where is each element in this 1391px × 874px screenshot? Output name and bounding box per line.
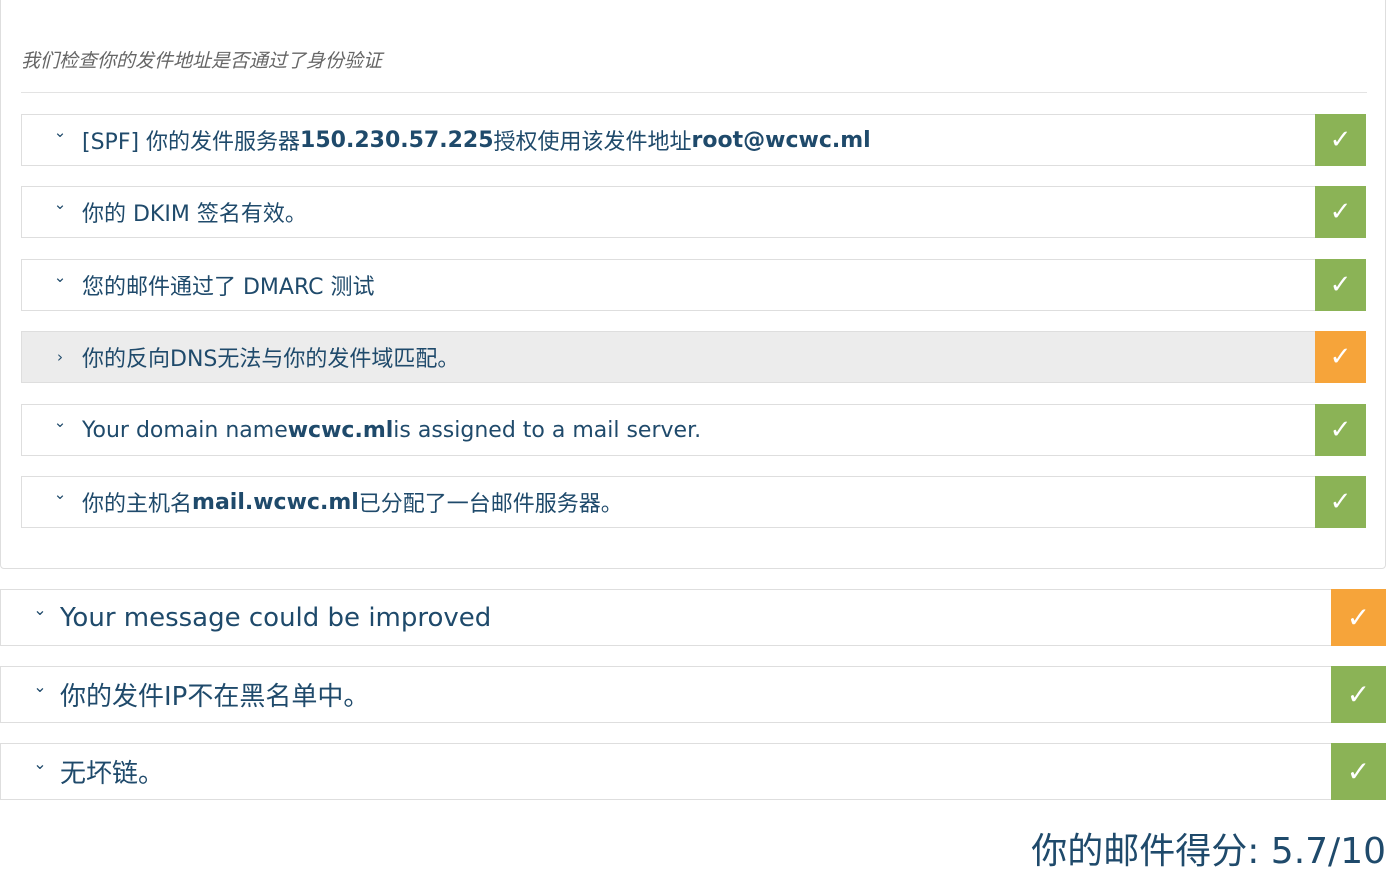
chevron-down-icon[interactable]: ⌄ (52, 107, 68, 157)
check-icon: ✓ (1331, 666, 1386, 723)
section-title: 你的发件IP不在黑名单中。 (60, 682, 370, 712)
chevron-down-icon[interactable]: ⌄ (31, 582, 49, 637)
check-label: 你的反向DNS无法与你的发件域匹配。 (82, 347, 460, 372)
check-text: 你的 DKIM 签名有效。 (82, 187, 307, 237)
check-row-dkim[interactable]: ⌄ 你的 DKIM 签名有效。 ✓ (21, 186, 1366, 238)
chevron-down-icon[interactable]: ⌄ (52, 179, 68, 229)
check-icon: ✓ (1315, 259, 1366, 311)
check-text: 您的邮件通过了 DMARC 测试 (82, 260, 375, 310)
section-ip-blacklist[interactable]: ⌄ 你的发件IP不在黑名单中。 ✓ (0, 666, 1386, 723)
check-value: mail.wcwc.ml (192, 489, 359, 515)
check-label: 您的邮件通过了 DMARC 测试 (82, 275, 375, 300)
check-row-dmarc[interactable]: ⌄ 您的邮件通过了 DMARC 测试 ✓ (21, 259, 1366, 311)
check-label: is assigned to a mail server. (393, 417, 702, 443)
authentication-panel: 我们检查你的发件地址是否通过了身份验证 ⌄ [SPF] 你的发件服务器 150.2… (0, 0, 1386, 569)
check-label: 授权使用该发件地址 (493, 130, 692, 155)
check-icon: ✓ (1315, 186, 1366, 238)
mail-score: 你的邮件得分: 5.7/10 (1031, 831, 1386, 872)
chevron-down-icon[interactable]: ⌄ (52, 252, 68, 302)
chevron-down-icon[interactable]: ⌄ (31, 736, 49, 791)
check-label: 已分配了一台邮件服务器。 (358, 492, 623, 517)
check-label: Your domain name (82, 417, 288, 443)
check-icon: ✓ (1315, 404, 1366, 456)
check-text: 你的反向DNS无法与你的发件域匹配。 (82, 332, 459, 382)
check-icon: ✓ (1315, 331, 1366, 383)
check-value: wcwc.ml (287, 417, 394, 443)
check-text: [SPF] 你的发件服务器 150.230.57.225 授权使用该发件地址 r… (82, 115, 871, 165)
check-label: [SPF] 你的发件服务器 (82, 130, 301, 155)
check-row-hostname-mx[interactable]: ⌄ 你的主机名 mail.wcwc.ml 已分配了一台邮件服务器。 ✓ (21, 476, 1366, 528)
section-title: Your message could be improved (60, 602, 492, 633)
divider (21, 92, 1367, 93)
check-value: 150.230.57.225 (300, 127, 494, 153)
section-message-improved[interactable]: ⌄ Your message could be improved ✓ (0, 589, 1386, 646)
section-broken-links[interactable]: ⌄ 无坏链。 ✓ (0, 743, 1386, 800)
chevron-down-icon[interactable]: ⌄ (52, 469, 68, 519)
check-text: 你的主机名 mail.wcwc.ml 已分配了一台邮件服务器。 (82, 477, 623, 527)
check-label: 你的 DKIM 签名有效。 (82, 202, 307, 227)
check-icon: ✓ (1331, 589, 1386, 646)
check-icon: ✓ (1315, 476, 1366, 528)
check-text: Your domain name wcwc.ml is assigned to … (82, 405, 701, 455)
check-icon: ✓ (1331, 743, 1386, 800)
check-value: root@wcwc.ml (691, 127, 871, 153)
section-title: 无坏链。 (60, 759, 165, 789)
check-icon: ✓ (1315, 114, 1366, 166)
chevron-down-icon[interactable]: ⌄ (52, 397, 68, 447)
check-label: 你的主机名 (82, 492, 193, 517)
check-row-spf[interactable]: ⌄ [SPF] 你的发件服务器 150.230.57.225 授权使用该发件地址 … (21, 114, 1366, 166)
check-row-reverse-dns[interactable]: › 你的反向DNS无法与你的发件域匹配。 ✓ (21, 331, 1366, 383)
chevron-down-icon[interactable]: ⌄ (31, 659, 49, 714)
authentication-intro: 我们检查你的发件地址是否通过了身份验证 (21, 50, 383, 72)
chevron-right-icon[interactable]: › (52, 332, 68, 382)
check-row-domain-mx[interactable]: ⌄ Your domain name wcwc.ml is assigned to… (21, 404, 1366, 456)
